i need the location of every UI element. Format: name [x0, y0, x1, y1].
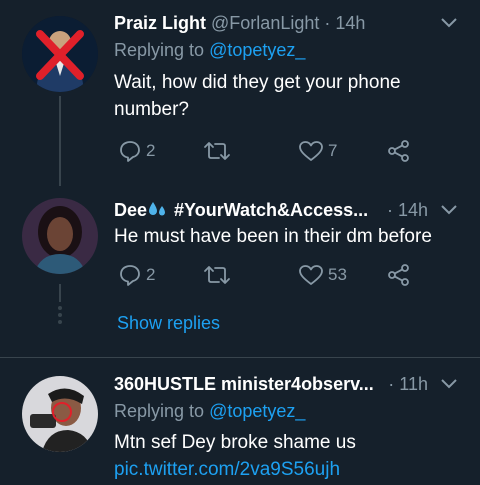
display-name[interactable]: Dee — [114, 200, 147, 220]
handle[interactable]: @ForlanLight — [211, 13, 319, 33]
tweet-actions: 2 53 — [114, 262, 434, 288]
tweet-3[interactable]: 360HUSTLE minister4observ... · 11h Reply… — [0, 358, 480, 485]
retweet-icon — [204, 266, 230, 284]
timestamp[interactable]: · 11h — [388, 373, 428, 395]
avatar-image — [22, 376, 98, 452]
tweet-text: Wait, how did they get your phone number… — [114, 72, 401, 120]
share-icon — [388, 264, 409, 286]
display-name[interactable]: Praiz Light — [114, 13, 206, 33]
heart-icon — [299, 141, 323, 161]
retweet-button[interactable] — [202, 138, 232, 164]
tweet-text: Mtn sef Dey broke shame us — [114, 432, 356, 453]
heart-icon — [299, 265, 323, 285]
timestamp[interactable]: · 14h — [387, 199, 428, 221]
tweet-2[interactable]: Dee #YourWatch&Access... · 14h He must h… — [0, 190, 480, 360]
replying-prefix: Replying to — [114, 401, 205, 421]
tweet-actions: 2 7 — [114, 138, 434, 164]
more-replies-dots — [56, 306, 64, 327]
share-icon — [388, 140, 409, 162]
timestamp[interactable]: · 14h — [324, 13, 365, 33]
avatar-360hustle[interactable] — [22, 376, 98, 452]
chevron-down-icon[interactable] — [440, 201, 458, 219]
like-count: 53 — [328, 265, 347, 284]
tweet-header: 360HUSTLE minister4observ... — [114, 373, 384, 395]
share-button[interactable] — [386, 138, 412, 164]
show-replies-link[interactable]: Show replies — [117, 313, 220, 334]
replying-to: Replying to @topetyez_ — [114, 400, 436, 422]
replying-to: Replying to @topetyez_ — [114, 39, 436, 61]
chevron-down-icon[interactable] — [440, 14, 458, 32]
reply-icon — [120, 265, 140, 286]
tweet-media-link[interactable]: pic.twitter.com/2va9S56ujh — [114, 456, 460, 483]
retweet-button[interactable] — [202, 262, 232, 288]
display-name-suffix[interactable]: #YourWatch&Access... — [174, 200, 368, 220]
chevron-down-icon[interactable] — [440, 375, 458, 393]
retweet-icon — [204, 142, 230, 160]
share-button[interactable] — [386, 262, 412, 288]
avatar-image — [22, 16, 98, 92]
like-button[interactable]: 7 — [298, 138, 337, 164]
avatar-dee[interactable] — [22, 198, 98, 274]
like-count: 7 — [328, 141, 338, 160]
reply-button[interactable]: 2 — [118, 262, 155, 288]
sweat-droplets-icon — [149, 202, 166, 216]
replying-prefix: Replying to — [114, 40, 205, 60]
reply-count: 2 — [146, 141, 156, 160]
display-name[interactable]: 360HUSTLE minister4observ... — [114, 374, 374, 394]
tweet-header: Praiz Light @ForlanLight · 14h — [114, 12, 436, 34]
like-button[interactable]: 53 — [298, 262, 347, 288]
replying-handle-link[interactable]: @topetyez_ — [209, 401, 305, 421]
thread-line — [59, 96, 61, 186]
avatar-image — [22, 198, 98, 274]
reply-icon — [120, 141, 140, 162]
replying-handle-link[interactable]: @topetyez_ — [209, 40, 305, 60]
thread-line — [59, 284, 61, 302]
tweet-text: He must have been in their dm before — [114, 226, 432, 247]
tweet-1[interactable]: Praiz Light @ForlanLight · 14h Replying … — [0, 0, 480, 190]
avatar-praiz-light[interactable] — [22, 16, 98, 92]
reply-count: 2 — [146, 265, 156, 284]
reply-button[interactable]: 2 — [118, 138, 155, 164]
